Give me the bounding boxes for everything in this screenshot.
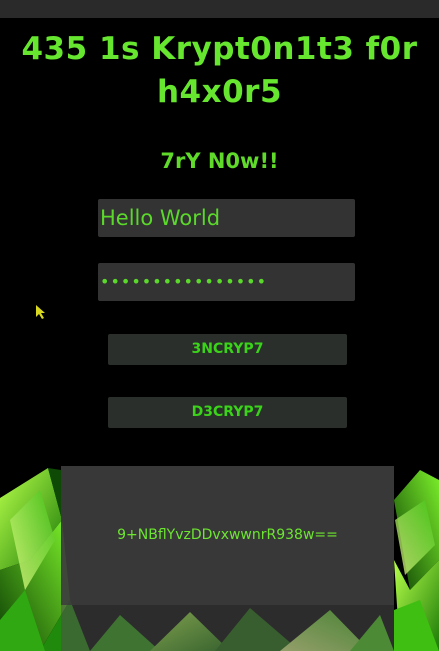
output-result-text: 9+NBflYvzDDvxwwnrR938w== [117, 527, 338, 543]
mouse-pointer-icon [36, 305, 45, 319]
app-subtitle: 7rY N0w!! [160, 149, 279, 173]
encrypt-button[interactable]: 3NCRYP7 [108, 334, 347, 365]
decrypt-button[interactable]: D3CRYP7 [108, 397, 347, 428]
app-screen: 435 1s Krypt0n1t3 f0r h4x0r5 7rY N0w!! •… [0, 0, 439, 651]
password-input[interactable]: •••••••••••••••• [98, 263, 355, 301]
app-title: 435 1s Krypt0n1t3 f0r h4x0r5 [21, 31, 418, 110]
output-panel-footer [61, 605, 394, 651]
status-bar [0, 0, 439, 18]
plaintext-input[interactable] [98, 199, 355, 237]
